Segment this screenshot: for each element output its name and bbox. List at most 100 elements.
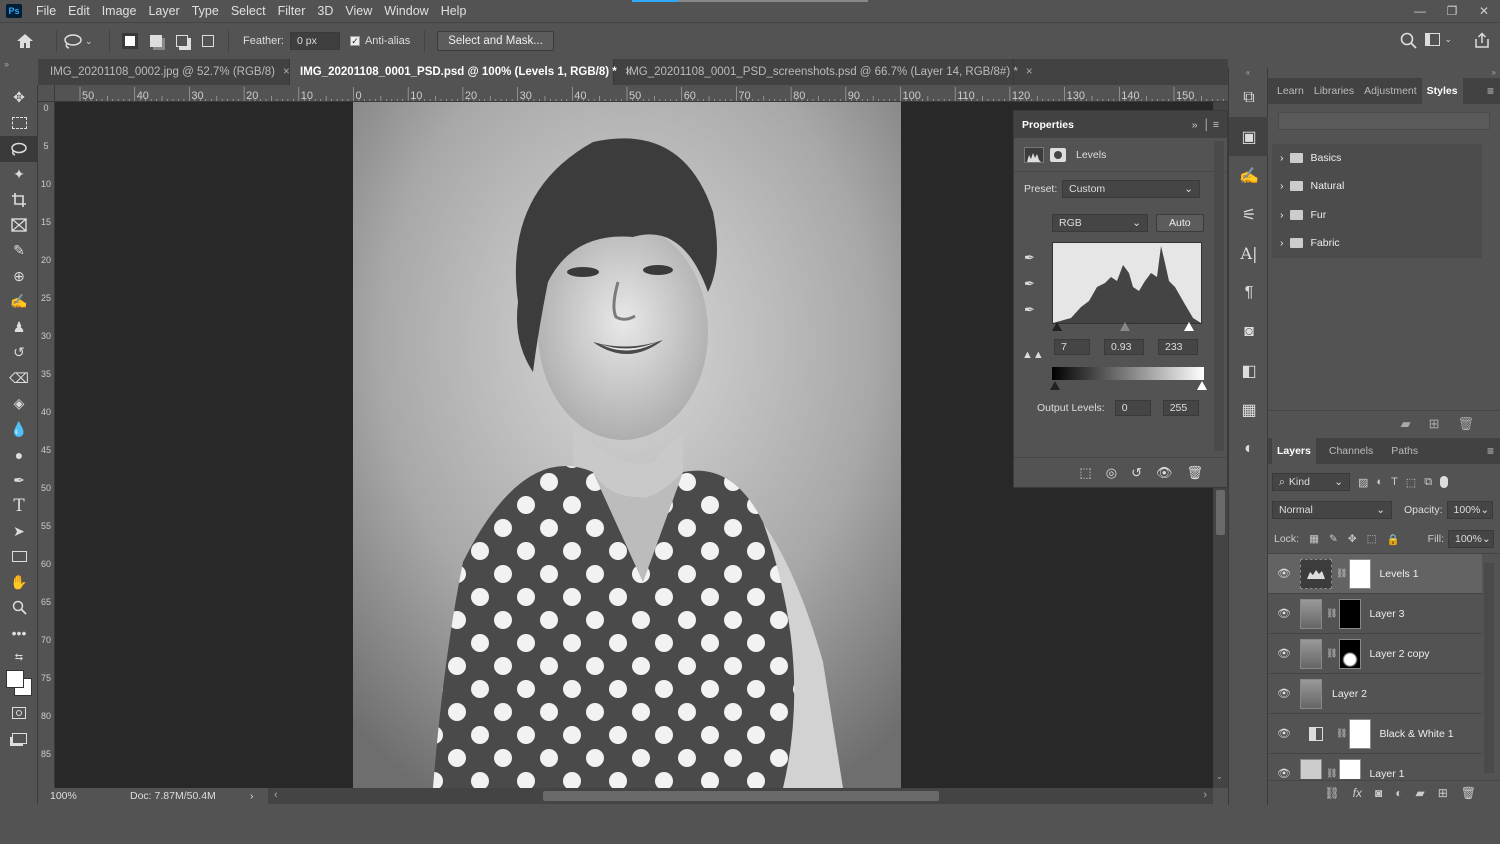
brush-tool-icon[interactable]: ✍: [0, 289, 38, 315]
style-group-basics[interactable]: › Basics: [1272, 144, 1482, 173]
lasso-tool-preset-icon[interactable]: ⌄: [63, 33, 103, 49]
style-group-fabric[interactable]: › Fabric: [1272, 229, 1482, 258]
reset-icon[interactable]: ↺: [1131, 465, 1142, 481]
black-point-eyedropper-icon[interactable]: ✒: [1024, 245, 1035, 271]
menu-layer[interactable]: Layer: [142, 0, 185, 22]
intersect-selection-icon[interactable]: [200, 33, 216, 49]
tab-document-2[interactable]: IMG_20201108_0001_PSD.psd @ 100% (Levels…: [290, 59, 632, 85]
channel-dropdown[interactable]: RGB ⌄: [1052, 214, 1148, 232]
menu-help[interactable]: Help: [435, 0, 473, 22]
tab-document-3[interactable]: IMG_20201108_0001_PSD_screenshots.psd @ …: [614, 59, 1033, 85]
panel-menu-icon[interactable]: » │ ≡: [1192, 119, 1219, 131]
swatches-icon[interactable]: ▦: [1229, 390, 1269, 429]
black-input-slider[interactable]: [1052, 322, 1062, 331]
antialias-checkbox[interactable]: ✓: [349, 36, 360, 46]
layers-scrollbar[interactable]: [1484, 563, 1494, 773]
vertical-scroll-thumb[interactable]: [1216, 490, 1225, 535]
menu-edit[interactable]: Edit: [62, 0, 96, 22]
blur-tool-icon[interactable]: 💧: [0, 417, 38, 443]
share-icon[interactable]: [1474, 32, 1490, 52]
layer-row[interactable]: 👁 ⛓ Layer 2 copy: [1268, 634, 1482, 674]
input-sliders[interactable]: [1052, 322, 1204, 334]
rectangle-tool-icon[interactable]: [0, 544, 38, 570]
fill-field[interactable]: 100% ⌄: [1448, 530, 1494, 548]
add-mask-icon[interactable]: ◙: [1375, 786, 1382, 800]
filter-adjustment-icon[interactable]: ◐: [1376, 476, 1383, 488]
filter-smart-object-icon[interactable]: ⧉: [1424, 476, 1432, 489]
magic-wand-icon[interactable]: ✦: [0, 162, 38, 188]
marquee-tool-icon[interactable]: [0, 111, 38, 137]
menu-3d[interactable]: 3D: [311, 0, 339, 22]
style-group-fur[interactable]: › Fur: [1272, 201, 1482, 230]
filter-shape-icon[interactable]: ⬚: [1406, 476, 1416, 489]
toolbar-collapse-icon[interactable]: »: [0, 59, 38, 85]
hand-tool-icon[interactable]: ✋: [0, 570, 38, 596]
healing-brush-icon[interactable]: ⊕: [0, 264, 38, 290]
lasso-tool-icon[interactable]: [0, 136, 38, 162]
menu-view[interactable]: View: [339, 0, 378, 22]
menu-window[interactable]: Window: [378, 0, 434, 22]
layer-name[interactable]: Layer 2: [1332, 688, 1367, 700]
lock-all-icon[interactable]: 🔒: [1387, 533, 1400, 546]
swap-colors-icon[interactable]: ⇆: [0, 646, 38, 668]
menu-filter[interactable]: Filter: [272, 0, 312, 22]
preset-dropdown[interactable]: Custom ⌄: [1062, 180, 1200, 198]
screen-mode-icon[interactable]: [0, 726, 38, 752]
tab-libraries[interactable]: Libraries: [1309, 78, 1359, 104]
lock-artboard-icon[interactable]: ⬚: [1367, 533, 1377, 545]
eye-icon[interactable]: 👁: [1268, 567, 1300, 580]
tab-document-1[interactable]: IMG_20201108_0002.jpg @ 52.7% (RGB/8) ×: [38, 59, 290, 85]
view-previous-icon[interactable]: ◎: [1106, 465, 1117, 481]
input-gamma-field[interactable]: 0.93: [1104, 339, 1144, 355]
delete-style-icon[interactable]: 🗑: [1457, 416, 1474, 432]
new-group-icon[interactable]: ▰: [1401, 416, 1411, 432]
feather-input[interactable]: 0 px: [289, 32, 340, 50]
zoom-level[interactable]: 100%: [50, 790, 120, 802]
styles-search[interactable]: [1278, 112, 1490, 130]
link-layers-icon[interactable]: ⛓: [1324, 786, 1339, 800]
clone-stamp-icon[interactable]: ♟: [0, 315, 38, 341]
layer-name[interactable]: Layer 3: [1369, 608, 1404, 620]
new-adjustment-icon[interactable]: ◐: [1395, 786, 1402, 800]
new-style-icon[interactable]: ⊞: [1429, 416, 1440, 432]
menu-image[interactable]: Image: [96, 0, 143, 22]
tab-adjustments[interactable]: Adjustment: [1359, 78, 1422, 104]
horizontal-scroll-thumb[interactable]: [543, 791, 939, 801]
fx-icon[interactable]: fx: [1353, 786, 1362, 800]
tab-channels[interactable]: Channels: [1324, 438, 1378, 464]
layer-row[interactable]: 👁 ⛓ Layer 1: [1268, 754, 1482, 779]
link-icon[interactable]: ⛓: [1326, 608, 1337, 619]
history-brush-icon[interactable]: ↺: [0, 340, 38, 366]
eye-icon[interactable]: 👁: [1268, 687, 1300, 700]
history-icon[interactable]: ⧉: [1229, 78, 1269, 117]
eye-icon[interactable]: 👁: [1268, 607, 1300, 620]
crop-tool-icon[interactable]: [0, 187, 38, 213]
type-tool-icon[interactable]: T: [0, 493, 38, 519]
lock-transparency-icon[interactable]: ▦: [1309, 533, 1319, 545]
tab-paths[interactable]: Paths: [1386, 438, 1423, 464]
collapse-icon[interactable]: »: [1268, 68, 1500, 78]
layer-name[interactable]: Black & White 1: [1379, 728, 1453, 740]
close-icon[interactable]: ✕: [1468, 0, 1500, 22]
search-icon[interactable]: [1400, 32, 1418, 53]
filter-toggle[interactable]: [1440, 476, 1449, 488]
input-white-field[interactable]: 233: [1158, 339, 1198, 355]
new-group-icon[interactable]: ▰: [1415, 786, 1424, 800]
filter-pixel-icon[interactable]: ▨: [1358, 476, 1368, 489]
auto-button[interactable]: Auto: [1156, 214, 1204, 232]
input-black-field[interactable]: 7: [1054, 339, 1090, 355]
link-icon[interactable]: ⛓: [1336, 568, 1347, 579]
eye-icon[interactable]: 👁: [1268, 647, 1300, 660]
foreground-color-swatch[interactable]: [6, 670, 24, 688]
black-output-slider[interactable]: [1050, 381, 1060, 390]
close-tab-icon[interactable]: ×: [283, 66, 290, 78]
layer-name[interactable]: Levels 1: [1379, 568, 1418, 580]
properties-icon[interactable]: ▣: [1229, 117, 1269, 156]
white-input-slider[interactable]: [1184, 322, 1194, 331]
properties-scrollbar[interactable]: [1214, 141, 1224, 451]
white-point-eyedropper-icon[interactable]: ✒: [1024, 297, 1035, 323]
brush-settings-icon[interactable]: ⚟: [1229, 195, 1269, 234]
link-icon[interactable]: ⛓: [1336, 728, 1347, 739]
link-icon[interactable]: ⛓: [1326, 648, 1337, 659]
select-and-mask-button[interactable]: Select and Mask...: [437, 31, 554, 51]
